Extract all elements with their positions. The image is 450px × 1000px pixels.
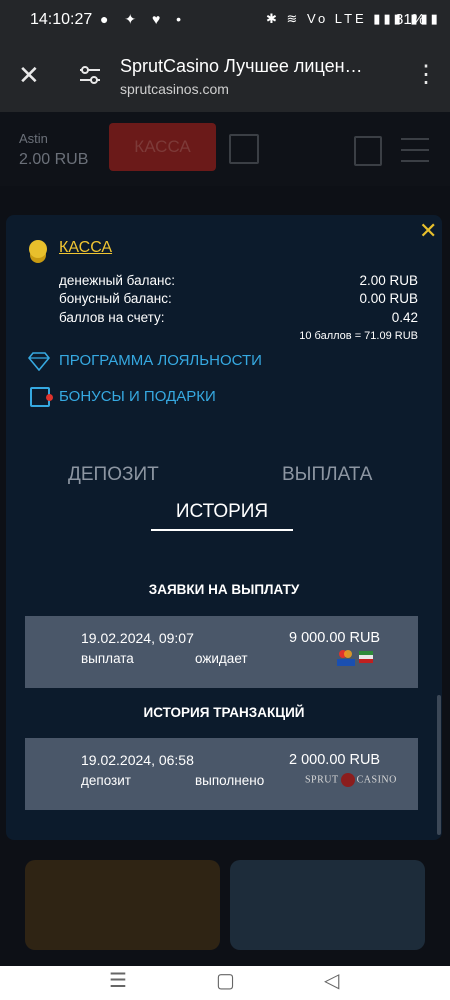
cashier-modal: ✕ КАССА денежный баланс: 2.00 RUB бонусн… [6, 215, 442, 840]
system-nav-bar: ☰ ▢ ◁ [0, 966, 450, 1000]
header-balance: 2.00 RUB [19, 151, 89, 168]
bonuses-link[interactable]: БОНУСЫ И ПОДАРКИ [59, 388, 216, 405]
diamond-icon [28, 352, 50, 371]
sprut-casino-logo: SPRUT CASINO [305, 773, 397, 787]
row-date: 19.02.2024, 09:07 [81, 630, 194, 646]
tab-withdrawal[interactable]: ВЫПЛАТА [282, 464, 372, 486]
balance-label: денежный баланс: [59, 273, 175, 288]
withdrawal-row: 19.02.2024, 09:07 выплата ожидает 9 000.… [25, 616, 418, 688]
points-rate-note: 10 баллов = 71.09 RUB [299, 330, 418, 342]
withdrawals-heading: ЗАЯВКИ НА ВЫПЛАТУ [148, 582, 300, 597]
site-settings-icon[interactable] [78, 64, 102, 86]
modal-scrollbar[interactable] [437, 695, 441, 835]
recent-apps-icon[interactable]: ☰ [109, 968, 127, 993]
game-tile[interactable] [25, 860, 220, 950]
row-type: выплата [81, 651, 134, 666]
row-amount: 2 000.00 RUB [289, 752, 381, 768]
browser-toolbar: ✕ SprutCasino Лучшее лицен… sprutcasinos… [0, 38, 450, 112]
game-tile[interactable] [230, 860, 425, 950]
notification-icons: ● ✦ ♥ • [100, 11, 188, 27]
row-status: выполнено [195, 773, 265, 788]
kassa-link[interactable]: КАССА [59, 239, 112, 257]
row-amount: 9 000.00 RUB [289, 630, 381, 646]
kassa-button[interactable]: КАССА [109, 123, 216, 171]
balance-value: 0.00 RUB [359, 291, 418, 306]
menu-icon[interactable] [401, 138, 429, 162]
battery-level: 81% [395, 11, 426, 28]
octopus-icon [340, 773, 355, 787]
page-url[interactable]: sprutcasinos.com [120, 81, 229, 97]
back-icon[interactable]: ◁ [324, 968, 339, 993]
row-date: 19.02.2024, 06:58 [81, 752, 194, 768]
site-header: Astin 2.00 RUB КАССА [0, 112, 450, 186]
home-icon[interactable]: ▢ [216, 968, 235, 993]
tab-deposit[interactable]: ДЕПОЗИТ [68, 464, 159, 486]
username: Astin [19, 131, 48, 146]
close-icon[interactable]: ✕ [419, 220, 437, 242]
browser-menu-icon[interactable]: ⋮ [414, 60, 438, 89]
balance-value: 0.42 [391, 310, 418, 325]
status-time: 14:10:27 [30, 11, 93, 28]
payment-methods-icon [337, 650, 373, 666]
coins-icon [29, 240, 47, 258]
logo-text: CASINO [356, 774, 397, 786]
status-bar: 14:10:27 ● ✦ ♥ • ✱ ≋ Vo LTE ▮▮▮ ▮▮▮ 81% [0, 0, 450, 38]
logout-icon[interactable] [354, 136, 382, 166]
balance-label: баллов на счету: [59, 310, 165, 325]
row-type: депозит [81, 773, 131, 788]
tab-history[interactable]: ИСТОРИЯ [151, 501, 293, 531]
gift-icon[interactable] [229, 134, 259, 164]
gift-icon [30, 387, 53, 407]
loyalty-program-link[interactable]: ПРОГРАММА ЛОЯЛЬНОСТИ [59, 352, 262, 369]
transaction-row: 19.02.2024, 06:58 депозит выполнено 2 00… [25, 738, 418, 810]
balance-label: бонусный баланс: [59, 291, 172, 306]
transactions-heading: ИСТОРИЯ ТРАНЗАКЦИЙ [143, 705, 305, 720]
logo-text: SPRUT [305, 774, 339, 786]
close-tab-icon[interactable]: ✕ [18, 62, 40, 88]
row-status: ожидает [195, 651, 248, 666]
balance-value: 2.00 RUB [359, 273, 418, 288]
page-title: SprutCasino Лучшее лицен… [120, 56, 363, 76]
